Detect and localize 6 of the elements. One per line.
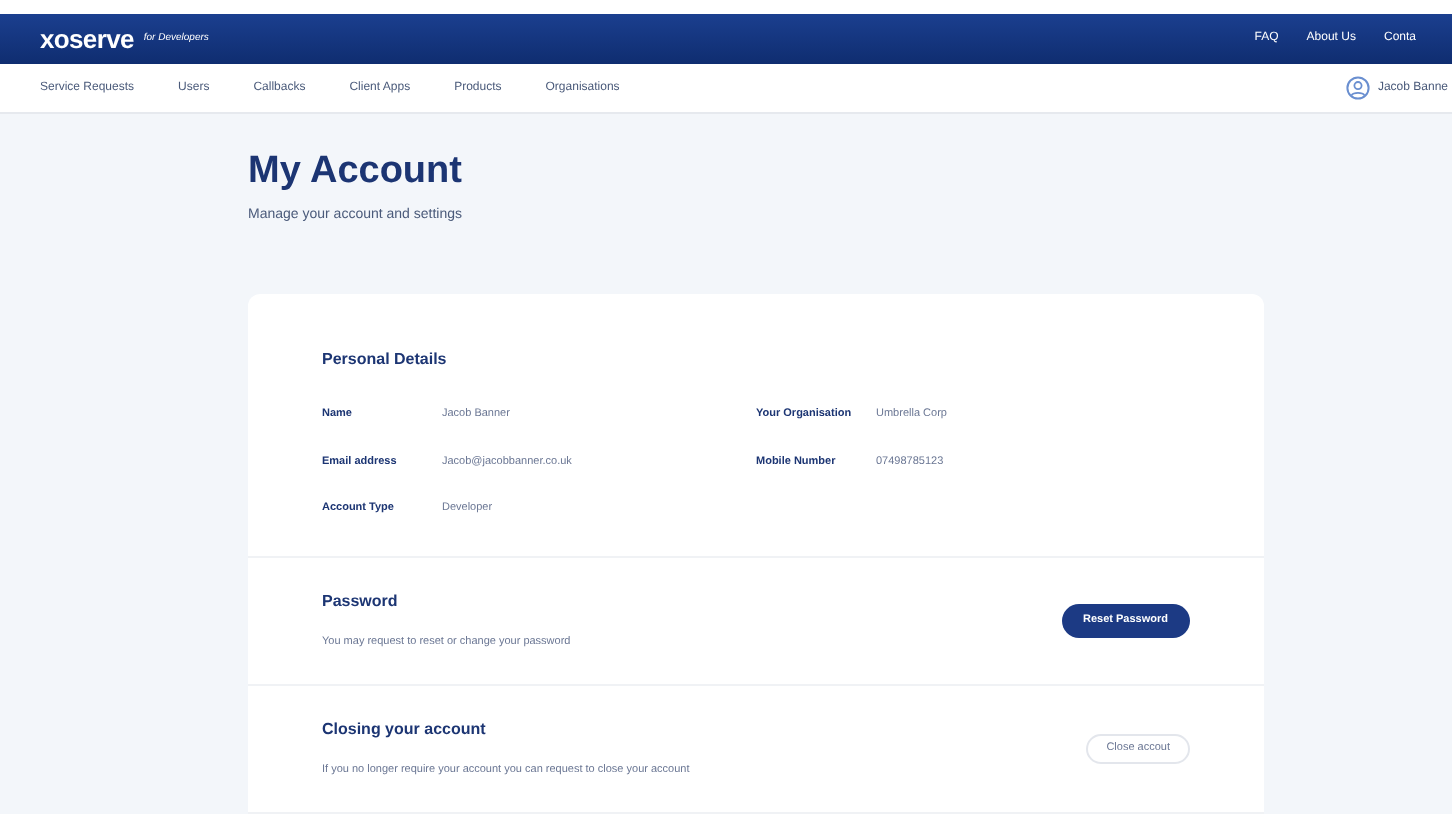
user-icon[interactable] [1345, 76, 1370, 101]
page-title: My Account [248, 148, 464, 196]
section-title: Password [322, 590, 400, 615]
section-title: Personal Details [322, 348, 449, 373]
logo[interactable]: xoserve [40, 19, 134, 59]
section-title: Closing your account [322, 718, 488, 743]
